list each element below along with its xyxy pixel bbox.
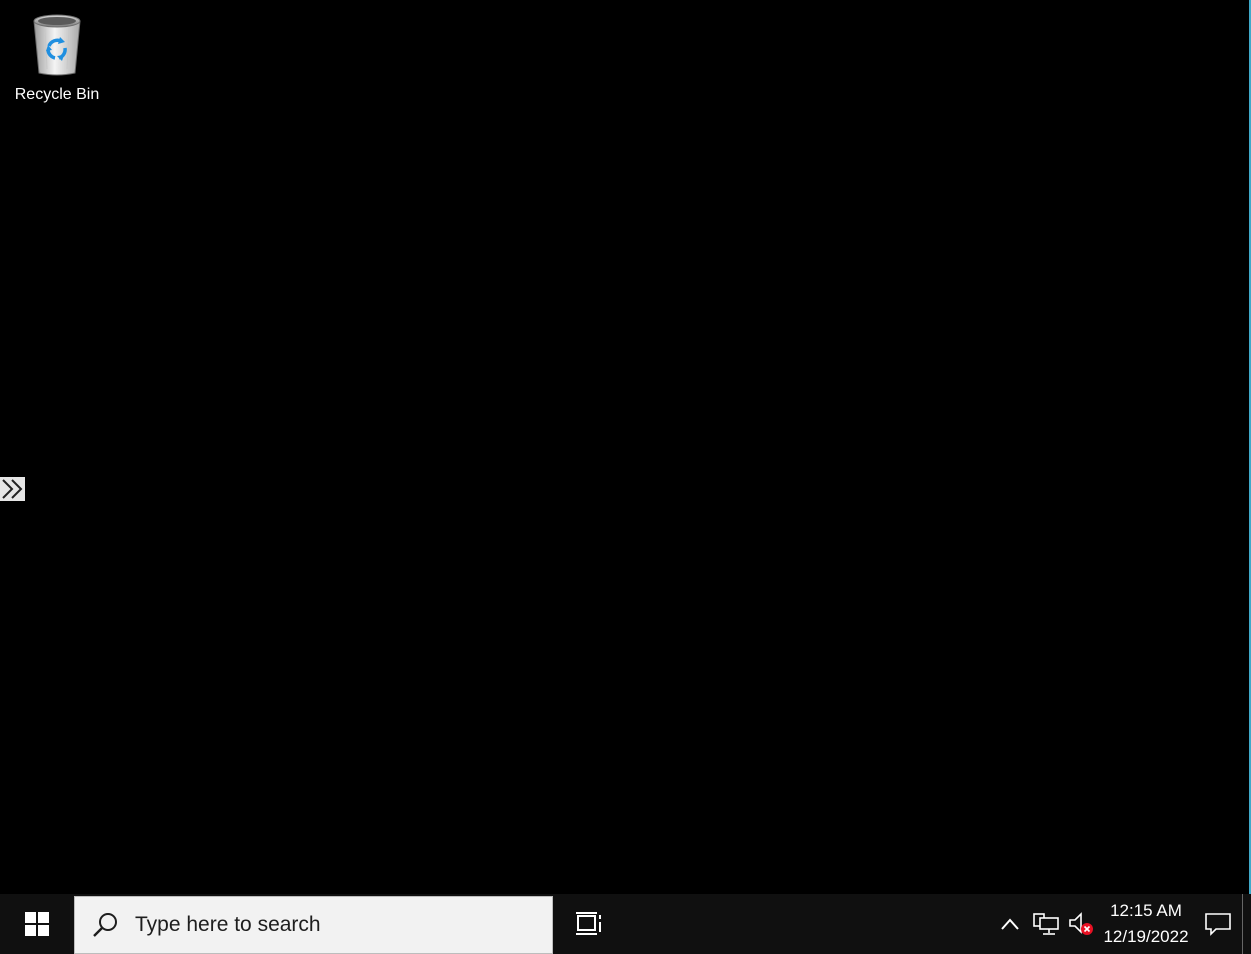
double-chevron-right-icon: [1, 479, 22, 499]
desktop-icon-label: Recycle Bin: [14, 86, 100, 103]
task-view-icon: [576, 912, 601, 935]
action-center-icon: [1205, 913, 1231, 936]
windows-logo-icon: [25, 912, 49, 936]
action-center-button[interactable]: [1194, 894, 1242, 954]
desktop[interactable]: Recycle Bin: [0, 0, 1251, 894]
clock-time: 12:15 AM: [1110, 901, 1182, 920]
chevron-up-icon: [1001, 918, 1019, 930]
volume-muted-icon: [1069, 912, 1093, 935]
volume-button[interactable]: [1064, 894, 1098, 954]
start-button[interactable]: [0, 894, 74, 954]
show-desktop-button[interactable]: [1242, 894, 1251, 954]
network-wired-icon: [1033, 913, 1059, 935]
system-tray: 12:15 AM 12/19/2022: [992, 894, 1251, 954]
clock-date: 12/19/2022: [1103, 927, 1189, 946]
recycle-bin-icon: [27, 10, 87, 78]
taskbar-search-box[interactable]: [74, 896, 553, 954]
search-input[interactable]: [135, 913, 515, 937]
taskbar: 12:15 AM 12/19/2022: [0, 894, 1251, 954]
task-view-button[interactable]: [553, 894, 625, 954]
search-icon: [91, 911, 119, 939]
desktop-icon-recycle-bin[interactable]: Recycle Bin: [8, 10, 106, 110]
show-hidden-icons-button[interactable]: [992, 894, 1028, 954]
network-button[interactable]: [1028, 894, 1064, 954]
side-panel-expander[interactable]: [0, 477, 25, 501]
taskbar-clock[interactable]: 12:15 AM 12/19/2022: [1098, 894, 1194, 954]
